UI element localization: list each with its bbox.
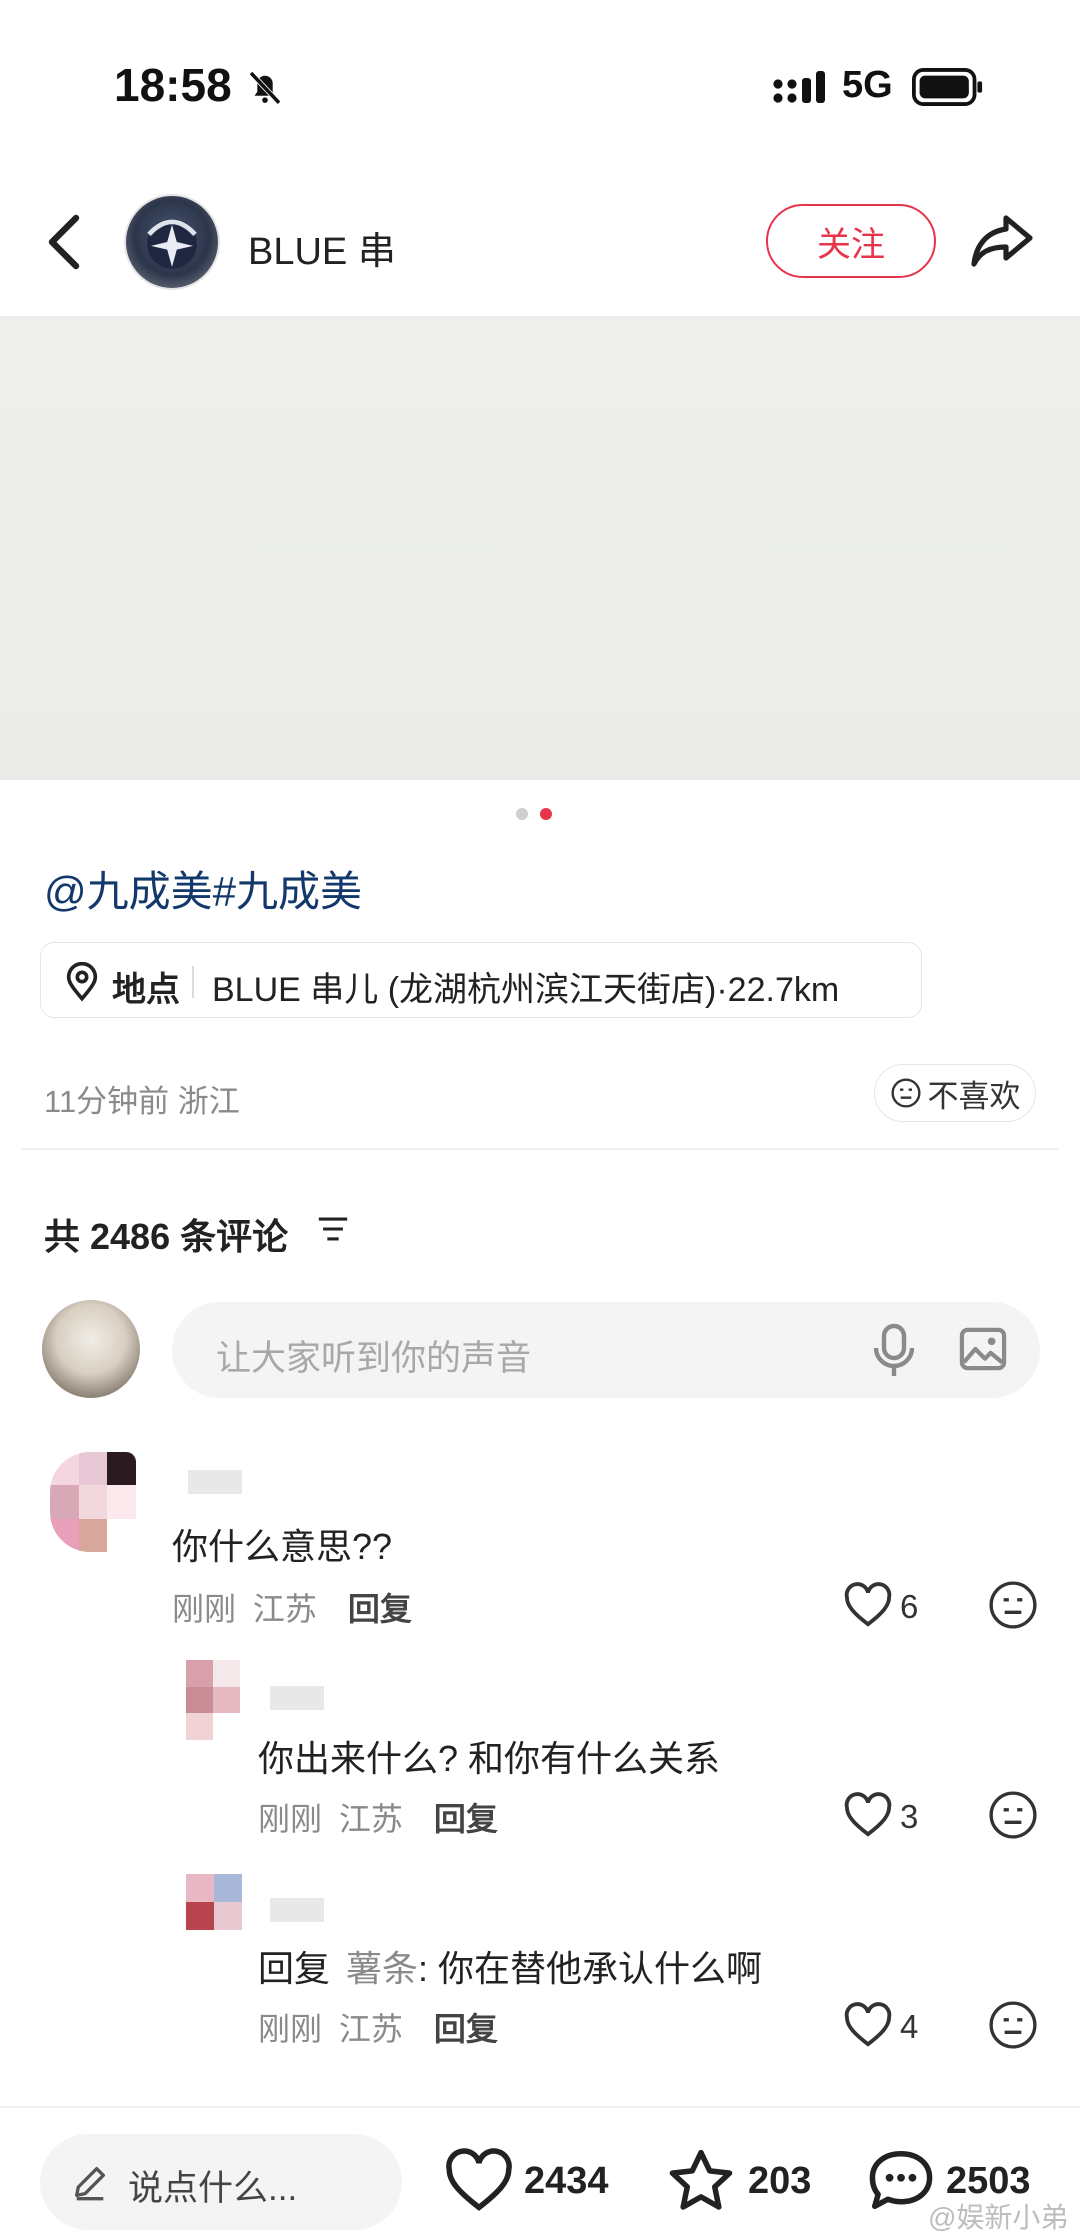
comment-input-placeholder: 让大家听到你的声音 [216, 1339, 532, 1378]
commenter-name[interactable] [270, 1686, 324, 1710]
comment-meta: 刚刚 江苏 回复 [258, 1794, 498, 1840]
comment-time: 刚刚 [258, 2011, 323, 2047]
commenter-avatar[interactable] [186, 1874, 242, 1930]
dislike-button[interactable]: 不喜欢 [874, 1064, 1036, 1122]
carousel-dot [516, 808, 528, 820]
comment-text[interactable]: 你什么意思?? [172, 1518, 392, 1570]
like-count: 6 [900, 1588, 919, 1625]
comment-text[interactable]: 你出来什么? 和你有什么关系 [258, 1730, 720, 1782]
commenter-name[interactable] [188, 1470, 242, 1494]
author-logo-icon [147, 219, 197, 269]
sort-filter-icon[interactable] [316, 1214, 350, 1244]
comment-text[interactable]: 回复 薯条: 你在替他承认什么啊 [258, 1940, 762, 1992]
microphone-icon[interactable] [872, 1322, 916, 1378]
commenter-avatar[interactable] [50, 1452, 136, 1552]
post-caption[interactable]: @九成美#九成美 [44, 858, 362, 919]
author-name[interactable]: BLUE 串 [248, 220, 396, 275]
location-separator [192, 966, 194, 998]
status-time: 18:58 [114, 59, 232, 111]
reply-prefix: 回复 [258, 1948, 331, 1989]
say-something-label: 说点什么... [128, 2169, 298, 2208]
back-arrow-icon[interactable] [44, 212, 84, 272]
reply-button[interactable]: 回复 [434, 1801, 498, 1837]
reply-button[interactable]: 回复 [434, 2011, 498, 2047]
author-avatar[interactable] [124, 194, 220, 290]
bottom-divider [0, 2106, 1080, 2108]
reply-button[interactable]: 回复 [348, 1591, 412, 1627]
comment-bubble-icon[interactable] [866, 2148, 936, 2212]
comment-meta: 刚刚 江苏 回复 [172, 1584, 412, 1630]
reply-to-user[interactable]: 薯条 [346, 1948, 418, 1989]
favorite-total: 203 [748, 2160, 812, 2202]
comment-meta: 刚刚 江苏 回复 [258, 2004, 498, 2050]
image-icon[interactable] [958, 1326, 1008, 1372]
location-pin-icon [66, 962, 98, 1002]
commenter-name[interactable] [270, 1898, 324, 1922]
signal-icon [773, 71, 825, 103]
carousel-dot-active [540, 808, 552, 820]
heart-icon[interactable] [842, 1792, 894, 1838]
post-image[interactable] [0, 316, 1080, 780]
like-count: 4 [900, 2008, 919, 2045]
location-label: 地点 [112, 971, 180, 1009]
divider [22, 1148, 1058, 1150]
neutral-face-icon[interactable] [988, 2000, 1038, 2050]
commenter-avatar[interactable] [186, 1660, 240, 1740]
neutral-face-icon[interactable] [988, 1790, 1038, 1840]
follow-button[interactable]: 关注 [766, 204, 936, 278]
pencil-icon [75, 2167, 106, 2201]
share-icon[interactable] [970, 210, 1034, 270]
comment-count: 共 2486 条评论 [44, 1216, 289, 1257]
comment-region: 江苏 [338, 2011, 403, 2047]
muted-bell-icon [249, 71, 281, 105]
comment-region: 江苏 [338, 1801, 403, 1837]
watermark: @娱新小弟 [928, 2202, 1069, 2233]
comment-time: 刚刚 [172, 1591, 237, 1627]
my-avatar [42, 1300, 140, 1398]
comment-time: 刚刚 [258, 1801, 323, 1837]
like-count: 3 [900, 1798, 919, 1835]
comment-region: 江苏 [252, 1591, 317, 1627]
heart-icon[interactable] [842, 2002, 894, 2048]
heart-icon[interactable] [842, 1582, 894, 1628]
star-icon[interactable] [666, 2148, 736, 2212]
neutral-face-icon[interactable] [988, 1580, 1038, 1630]
location-text: BLUE 串儿 (龙湖杭州滨江天街店)·22.7km [212, 971, 840, 1009]
network-type: 5G [842, 64, 893, 106]
neutral-face-icon [890, 1078, 921, 1108]
reply-text: : 你在替他承认什么啊 [418, 1948, 763, 1989]
battery-icon [912, 68, 983, 106]
like-heart-icon[interactable] [444, 2148, 514, 2212]
dislike-label: 不喜欢 [927, 1078, 1021, 1114]
post-meta: 11分钟前 浙江 [44, 1084, 240, 1119]
like-total: 2434 [524, 2160, 609, 2202]
